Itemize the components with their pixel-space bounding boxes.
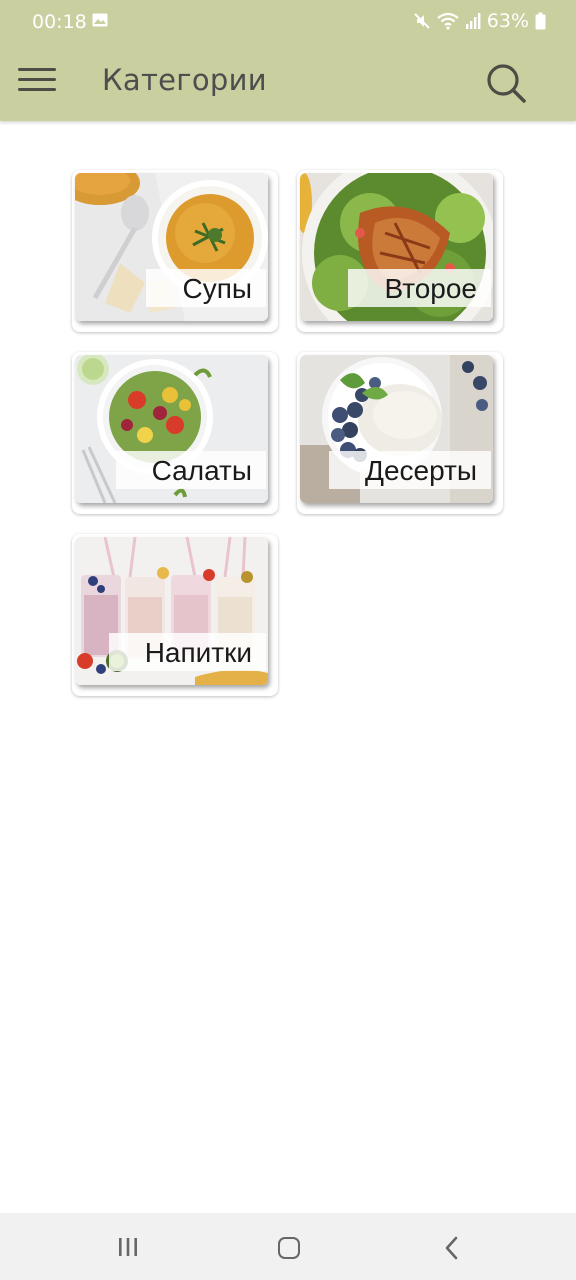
category-card-drinks[interactable]: Напитки xyxy=(72,534,278,696)
page-title: Категории xyxy=(102,63,267,97)
category-card-soups[interactable]: Супы xyxy=(72,170,278,332)
recent-apps-icon[interactable] xyxy=(117,1237,139,1257)
signal-icon xyxy=(465,13,481,29)
category-label: Второе xyxy=(348,269,491,307)
image-icon xyxy=(92,13,108,27)
battery-percent: 63% xyxy=(486,10,529,32)
status-icons: 63% xyxy=(413,10,546,32)
battery-icon xyxy=(535,12,546,30)
system-nav-bar xyxy=(0,1213,576,1280)
wifi-icon xyxy=(437,12,459,30)
category-card-main-course[interactable]: Второе xyxy=(297,170,503,332)
app-bar: Категории xyxy=(0,44,576,121)
status-bar: 00:18 63% xyxy=(0,0,576,44)
back-icon[interactable] xyxy=(442,1236,462,1260)
category-label: Салаты xyxy=(115,451,266,489)
mute-icon xyxy=(414,13,430,29)
home-icon[interactable] xyxy=(278,1237,300,1259)
search-icon[interactable] xyxy=(484,61,526,103)
category-label: Напитки xyxy=(108,633,266,671)
category-card-salads[interactable]: Салаты xyxy=(72,352,278,514)
hamburger-menu-icon[interactable] xyxy=(18,64,60,98)
category-label: Супы xyxy=(146,269,266,307)
status-time: 00:18 xyxy=(32,11,87,33)
category-label: Десерты xyxy=(328,451,491,489)
category-card-desserts[interactable]: Десерты xyxy=(297,352,503,514)
